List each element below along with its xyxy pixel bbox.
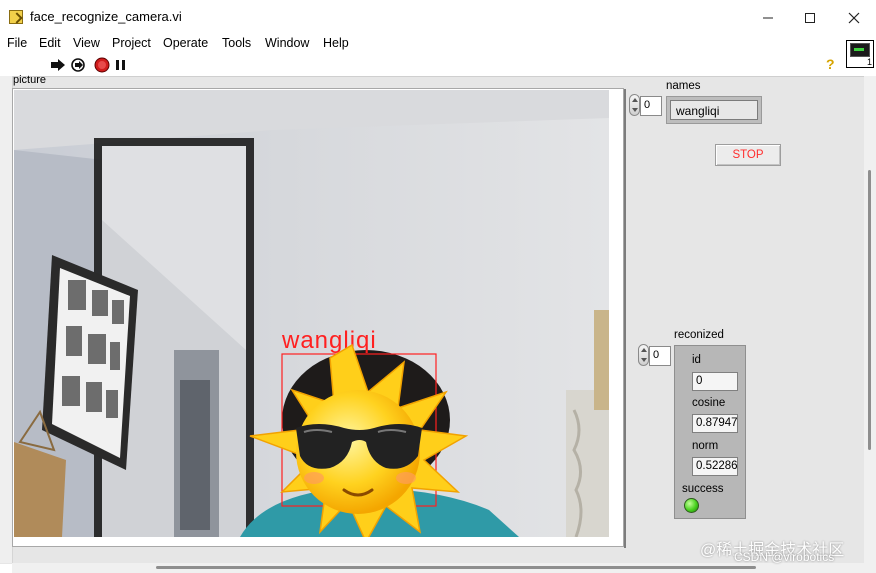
menu-project[interactable]: Project bbox=[112, 36, 151, 50]
pause-button[interactable] bbox=[115, 59, 127, 74]
norm-label: norm bbox=[692, 440, 719, 452]
abort-button[interactable] bbox=[94, 57, 110, 76]
run-arrow-icon bbox=[51, 59, 65, 71]
run-continuously-button[interactable] bbox=[70, 57, 86, 76]
menu-tools[interactable]: Tools bbox=[222, 36, 251, 50]
vi-icon-number: 1 bbox=[866, 57, 872, 67]
menu-help[interactable]: Help bbox=[323, 36, 349, 50]
cosine-field: 0.87947 bbox=[692, 414, 738, 433]
recognized-name-overlay: wangliqi bbox=[281, 327, 377, 354]
menu-edit[interactable]: Edit bbox=[39, 36, 61, 50]
stop-button[interactable]: STOP bbox=[715, 144, 781, 166]
id-field: 0 bbox=[692, 372, 738, 391]
pause-icon bbox=[116, 60, 125, 70]
maximize-button[interactable] bbox=[792, 6, 828, 30]
minimize-icon bbox=[763, 17, 773, 19]
success-label: success bbox=[682, 483, 724, 495]
names-index-spinner[interactable] bbox=[629, 94, 640, 116]
close-button[interactable] bbox=[836, 6, 872, 30]
menu-file[interactable]: File bbox=[7, 36, 27, 50]
window-title: face_recognize_camera.vi bbox=[30, 9, 182, 24]
reconized-index-input[interactable]: 0 bbox=[649, 346, 671, 366]
norm-field: 0.52286 bbox=[692, 457, 738, 476]
abort-stop-icon bbox=[94, 57, 110, 73]
close-icon bbox=[848, 12, 860, 24]
menu-window[interactable]: Window bbox=[265, 36, 309, 50]
names-index-input[interactable]: 0 bbox=[640, 96, 662, 116]
run-button[interactable] bbox=[50, 58, 66, 75]
reconized-index-spinner[interactable] bbox=[638, 344, 649, 366]
camera-image: wangliqi bbox=[14, 90, 609, 537]
vertical-scroll-thumb[interactable] bbox=[868, 170, 871, 450]
id-label: id bbox=[692, 354, 701, 366]
run-continuously-icon bbox=[71, 58, 85, 72]
picture-label: picture bbox=[13, 74, 47, 86]
horizontal-scroll-thumb[interactable] bbox=[156, 566, 756, 569]
minimize-button[interactable] bbox=[750, 6, 786, 30]
vi-connector-icon[interactable]: 1 bbox=[846, 40, 874, 68]
toolbar bbox=[0, 54, 876, 76]
menu-view[interactable]: View bbox=[73, 36, 100, 50]
names-string-field[interactable]: wangliqi bbox=[670, 100, 758, 120]
success-led-indicator bbox=[684, 498, 699, 513]
names-element-frame: wangliqi bbox=[666, 96, 762, 124]
maximize-icon bbox=[805, 13, 815, 23]
watermark-csdn: CSDN @virobotics bbox=[734, 550, 835, 564]
cosine-label: cosine bbox=[692, 397, 726, 409]
labview-app-icon bbox=[9, 10, 23, 24]
context-help-icon[interactable]: ? bbox=[826, 56, 835, 72]
names-label: names bbox=[666, 80, 701, 92]
menu-operate[interactable]: Operate bbox=[163, 36, 208, 50]
reconized-label: reconized bbox=[674, 329, 724, 341]
